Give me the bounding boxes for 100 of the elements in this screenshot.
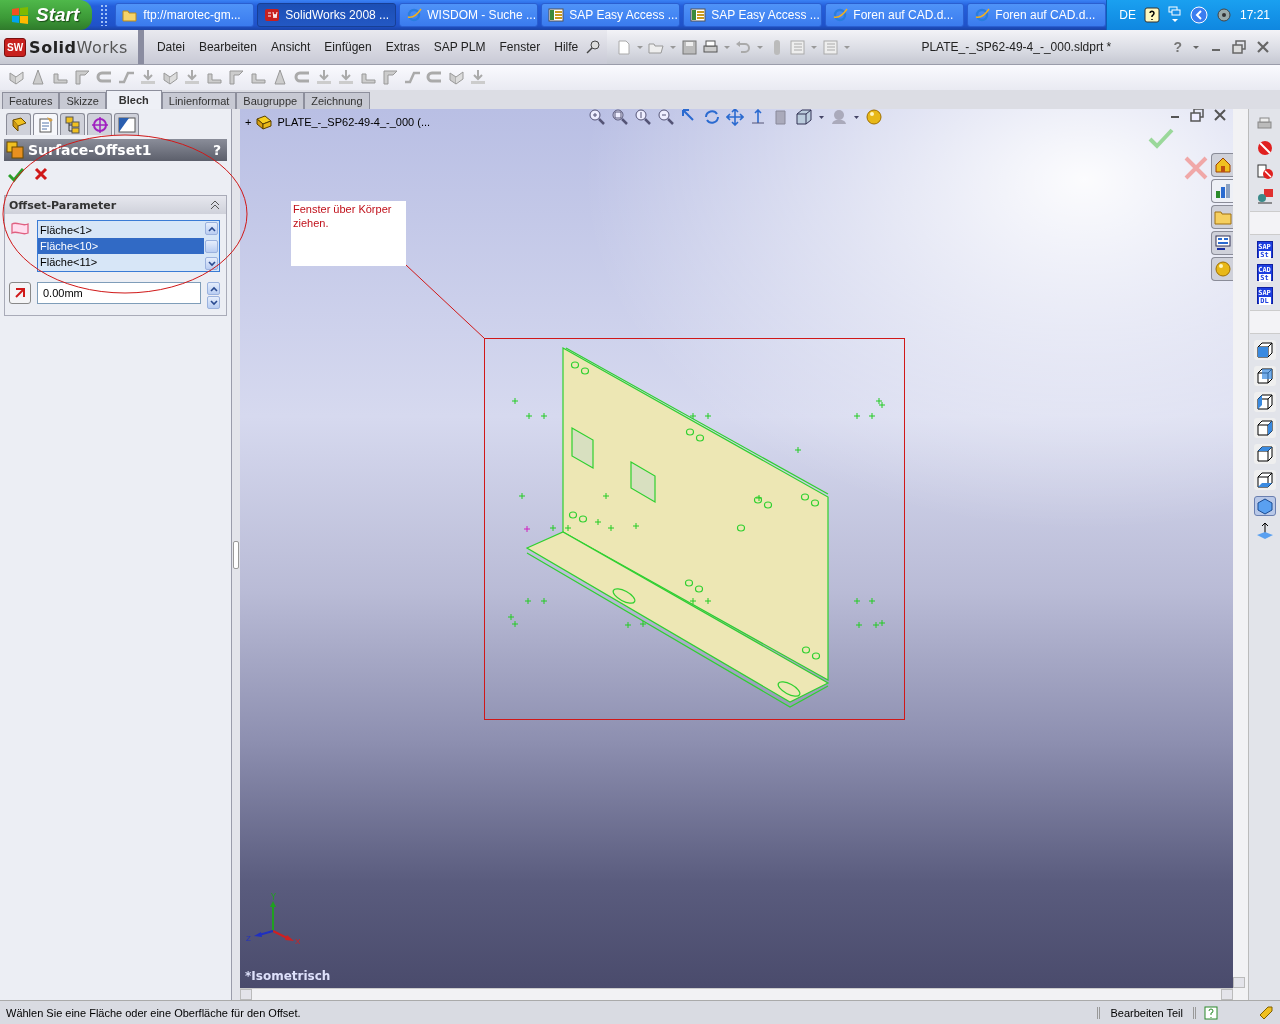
pan-icon[interactable]: [726, 109, 744, 126]
list-item[interactable]: Fläche<10>: [38, 238, 204, 254]
menu-item[interactable]: Hilfe: [547, 40, 586, 54]
ok-check-icon[interactable]: [1148, 127, 1174, 149]
help-button[interactable]: ?: [212, 142, 221, 158]
zoom-to-fit-icon[interactable]: [588, 109, 606, 126]
restore-icon[interactable]: [1190, 109, 1204, 122]
dropdown-caret-icon[interactable]: [853, 114, 860, 120]
tab[interactable]: Linienformat: [161, 92, 237, 109]
zoom-area-icon[interactable]: [611, 109, 629, 126]
menu-item[interactable]: Fenster: [492, 40, 548, 54]
zoom-selection-icon[interactable]: [657, 109, 675, 126]
view-button[interactable]: [1253, 366, 1276, 386]
splitter-handle[interactable]: [233, 540, 239, 569]
windows-icon[interactable]: [1167, 6, 1182, 24]
tab[interactable]: Baugruppe: [236, 92, 305, 109]
tag-icon[interactable]: [1258, 1004, 1274, 1021]
restore-icon[interactable]: [1232, 40, 1246, 54]
hem-icon[interactable]: [426, 69, 443, 86]
close-icon[interactable]: [1256, 40, 1270, 54]
cube-icon[interactable]: [795, 109, 813, 126]
scroll-thumb[interactable]: [205, 239, 218, 253]
view-button[interactable]: [1253, 340, 1276, 360]
cone-icon[interactable]: [272, 69, 289, 86]
cancel-icon[interactable]: [34, 167, 48, 181]
menu-item[interactable]: Bearbeiten: [191, 40, 264, 54]
scroll-down-button[interactable]: [205, 257, 218, 270]
corner-icon[interactable]: [74, 69, 91, 86]
taskbar-button[interactable]: WISDOM - Suche ...: [399, 3, 539, 27]
view-button[interactable]: [1253, 444, 1276, 464]
scroll-up-button[interactable]: [205, 222, 218, 235]
taskbar-button[interactable]: SAP Easy Access ...: [683, 3, 823, 27]
bent-sheet-icon[interactable]: [448, 69, 465, 86]
taskbar-button[interactable]: SAP Easy Access ...: [541, 3, 681, 27]
chevron-left-icon[interactable]: [1189, 6, 1208, 24]
dropdown-caret-icon[interactable]: [818, 114, 825, 120]
taskbar-button[interactable]: Foren auf CAD.d...: [967, 3, 1107, 27]
zoom-in-out-icon[interactable]: [634, 109, 652, 126]
no-entry-icon[interactable]: [1255, 139, 1274, 157]
spin-up-button[interactable]: [207, 282, 220, 295]
reverse-direction-button[interactable]: [9, 282, 31, 304]
punch-icon[interactable]: [184, 69, 201, 86]
punch-icon[interactable]: [470, 69, 487, 86]
printer-icon[interactable]: [702, 38, 720, 56]
task-pane-tab[interactable]: [1211, 179, 1233, 203]
tab[interactable]: Skizze: [59, 92, 106, 109]
tab[interactable]: Zeichnung: [304, 92, 370, 109]
no-entry-icon[interactable]: [1255, 163, 1274, 181]
bent-sheet-icon[interactable]: [8, 69, 25, 86]
panel-tab[interactable]: [87, 113, 112, 135]
tab[interactable]: Blech: [105, 90, 162, 109]
graphics-area[interactable]: + PLATE_-_SP62-49-4_-_000 (... Fenster über Körper ziehen. Y Z X *Isometrisch: [240, 109, 1233, 988]
normal-to-icon[interactable]: [1255, 522, 1274, 540]
arrow-up-icon[interactable]: [749, 109, 767, 126]
cone-icon[interactable]: [30, 69, 47, 86]
new-document-icon[interactable]: [615, 38, 633, 56]
view-button[interactable]: [1253, 470, 1276, 490]
menu-item[interactable]: Ansicht: [263, 40, 318, 54]
tab[interactable]: Features: [2, 92, 60, 109]
punch-icon[interactable]: [316, 69, 333, 86]
undo-icon[interactable]: [735, 38, 753, 56]
menu-item[interactable]: Einfügen: [317, 40, 379, 54]
panel-tab[interactable]: [114, 113, 139, 135]
vertical-scrollbar[interactable]: [1233, 109, 1248, 1000]
menu-item[interactable]: SAP PLM: [426, 40, 493, 54]
save-icon[interactable]: [681, 38, 699, 56]
punch-icon[interactable]: [338, 69, 355, 86]
dropdown-caret-icon[interactable]: [1192, 44, 1200, 50]
help-icon[interactable]: [1143, 7, 1160, 23]
bent-sheet-icon[interactable]: [162, 69, 179, 86]
jog-icon[interactable]: [404, 69, 421, 86]
collapse-chevron-icon[interactable]: [210, 200, 220, 210]
rotate-icon[interactable]: [703, 109, 721, 126]
view-button[interactable]: [1253, 392, 1276, 412]
corner-icon[interactable]: [228, 69, 245, 86]
spin-down-button[interactable]: [207, 296, 220, 309]
close-icon[interactable]: [1213, 109, 1227, 122]
face-list[interactable]: Fläche<1> Fläche<10> Fläche<11>: [37, 220, 220, 272]
hem-icon[interactable]: [294, 69, 311, 86]
taskbar-button[interactable]: SolidWorks 2008 ...: [257, 3, 397, 27]
taskbar-button[interactable]: ftp://marotec-gm...: [115, 3, 255, 27]
list-item[interactable]: Fläche<1>: [38, 222, 204, 238]
expand-toggle[interactable]: +: [245, 116, 252, 128]
hem-icon[interactable]: [96, 69, 113, 86]
taskbar-button[interactable]: Foren auf CAD.d...: [825, 3, 965, 27]
sheet-metal-part-drawing[interactable]: [525, 346, 830, 708]
appearance-sphere-icon[interactable]: [865, 109, 883, 126]
ok-check-icon[interactable]: [8, 167, 24, 183]
view-button[interactable]: [1253, 418, 1276, 438]
tree-item[interactable]: PLATE_-_SP62-49-4_-_000 (...: [277, 116, 431, 128]
list-item[interactable]: Fläche<11>: [38, 254, 204, 270]
panel-tab[interactable]: [33, 113, 58, 135]
corner-icon[interactable]: [382, 69, 399, 86]
menu-item[interactable]: Datei: [149, 40, 192, 54]
jog-icon[interactable]: [118, 69, 135, 86]
horizontal-scrollbar[interactable]: [240, 988, 1233, 1000]
panel-tab[interactable]: [60, 113, 85, 135]
panel-tab[interactable]: [6, 113, 31, 135]
menu-item[interactable]: Extras: [378, 40, 427, 54]
task-pane-tab[interactable]: [1211, 231, 1233, 255]
